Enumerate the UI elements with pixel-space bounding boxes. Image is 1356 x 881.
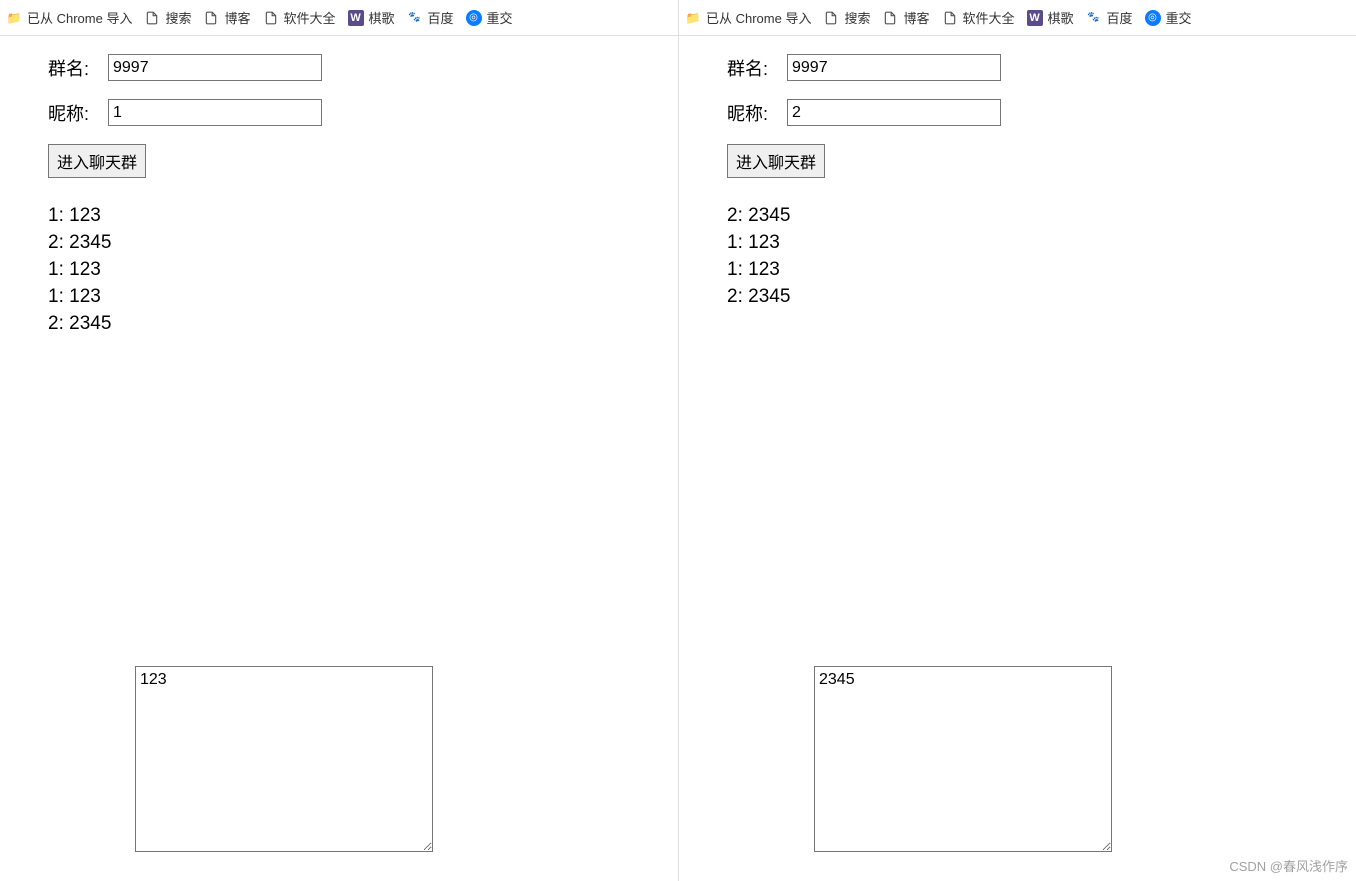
nick-label: 昵称:	[727, 100, 787, 126]
bookmark-baidu[interactable]: 🐾百度	[1086, 8, 1133, 27]
browser-window-right: 📁已从 Chrome 导入 搜索 博客 软件大全 W棋歌 🐾百度 ◎重交 群名:…	[678, 0, 1356, 881]
enter-chat-button[interactable]: 进入聊天群	[727, 144, 825, 178]
nick-row: 昵称:	[48, 99, 678, 126]
nickname-input[interactable]	[787, 99, 1001, 126]
message-item: 1123	[727, 256, 1356, 283]
watermark: CSDN @春风浅作序	[1229, 856, 1348, 875]
nick-row: 昵称:	[727, 99, 1356, 126]
nickname-input[interactable]	[108, 99, 322, 126]
message-item: 1123	[48, 202, 678, 229]
bookmark-chongjiao[interactable]: ◎重交	[1145, 8, 1192, 27]
message-item: 1123	[48, 256, 678, 283]
bookmark-software[interactable]: 软件大全	[263, 8, 336, 27]
file-icon	[823, 10, 839, 26]
bookmark-imported[interactable]: 📁已从 Chrome 导入	[685, 8, 811, 27]
folder-icon: 📁	[6, 10, 22, 26]
message-list: 1123 22345 1123 1123 22345	[48, 202, 678, 337]
file-icon	[942, 10, 958, 26]
bookmark-imported[interactable]: 📁已从 Chrome 导入	[6, 8, 132, 27]
group-name-input[interactable]	[787, 54, 1001, 81]
bookmark-qige[interactable]: W棋歌	[348, 8, 395, 27]
compose-area	[814, 666, 1112, 855]
bookmark-search[interactable]: 搜索	[144, 8, 191, 27]
folder-icon: 📁	[685, 10, 701, 26]
group-name-input[interactable]	[108, 54, 322, 81]
w-icon: W	[348, 10, 364, 26]
w-icon: W	[1027, 10, 1043, 26]
message-item: 1123	[48, 283, 678, 310]
message-list: 22345 1123 1123 22345	[727, 202, 1356, 310]
bookmarks-bar: 📁已从 Chrome 导入 搜索 博客 软件大全 W棋歌 🐾百度 ◎重交	[679, 0, 1356, 36]
nick-label: 昵称:	[48, 100, 108, 126]
bookmark-software[interactable]: 软件大全	[942, 8, 1015, 27]
message-item: 22345	[727, 202, 1356, 229]
bookmark-blog[interactable]: 博客	[203, 8, 250, 27]
message-item: 22345	[48, 229, 678, 256]
enter-chat-button[interactable]: 进入聊天群	[48, 144, 146, 178]
bookmark-baidu[interactable]: 🐾百度	[407, 8, 454, 27]
file-icon	[882, 10, 898, 26]
group-row: 群名:	[48, 54, 678, 81]
file-icon	[263, 10, 279, 26]
page-content: 群名: 昵称: 进入聊天群 22345 1123 1123 22345	[679, 36, 1356, 310]
bookmarks-bar: 📁已从 Chrome 导入 搜索 博客 软件大全 W棋歌 🐾百度 ◎重交	[0, 0, 678, 36]
blue-circle-icon: ◎	[1145, 10, 1161, 26]
browser-window-left: 📁已从 Chrome 导入 搜索 博客 软件大全 W棋歌 🐾百度 ◎重交 群名:…	[0, 0, 678, 881]
group-label: 群名:	[48, 55, 108, 81]
message-item: 22345	[727, 283, 1356, 310]
compose-area	[135, 666, 433, 855]
bookmark-qige[interactable]: W棋歌	[1027, 8, 1074, 27]
blue-circle-icon: ◎	[466, 10, 482, 26]
file-icon	[203, 10, 219, 26]
message-item: 1123	[727, 229, 1356, 256]
message-textarea[interactable]	[814, 666, 1112, 852]
baidu-icon: 🐾	[407, 10, 423, 26]
bookmark-chongjiao[interactable]: ◎重交	[466, 8, 513, 27]
group-row: 群名:	[727, 54, 1356, 81]
page-content: 群名: 昵称: 进入聊天群 1123 22345 1123 1123 22345	[0, 36, 678, 337]
group-label: 群名:	[727, 55, 787, 81]
bookmark-search[interactable]: 搜索	[823, 8, 870, 27]
file-icon	[144, 10, 160, 26]
bookmark-blog[interactable]: 博客	[882, 8, 929, 27]
message-item: 22345	[48, 310, 678, 337]
message-textarea[interactable]	[135, 666, 433, 852]
baidu-icon: 🐾	[1086, 10, 1102, 26]
